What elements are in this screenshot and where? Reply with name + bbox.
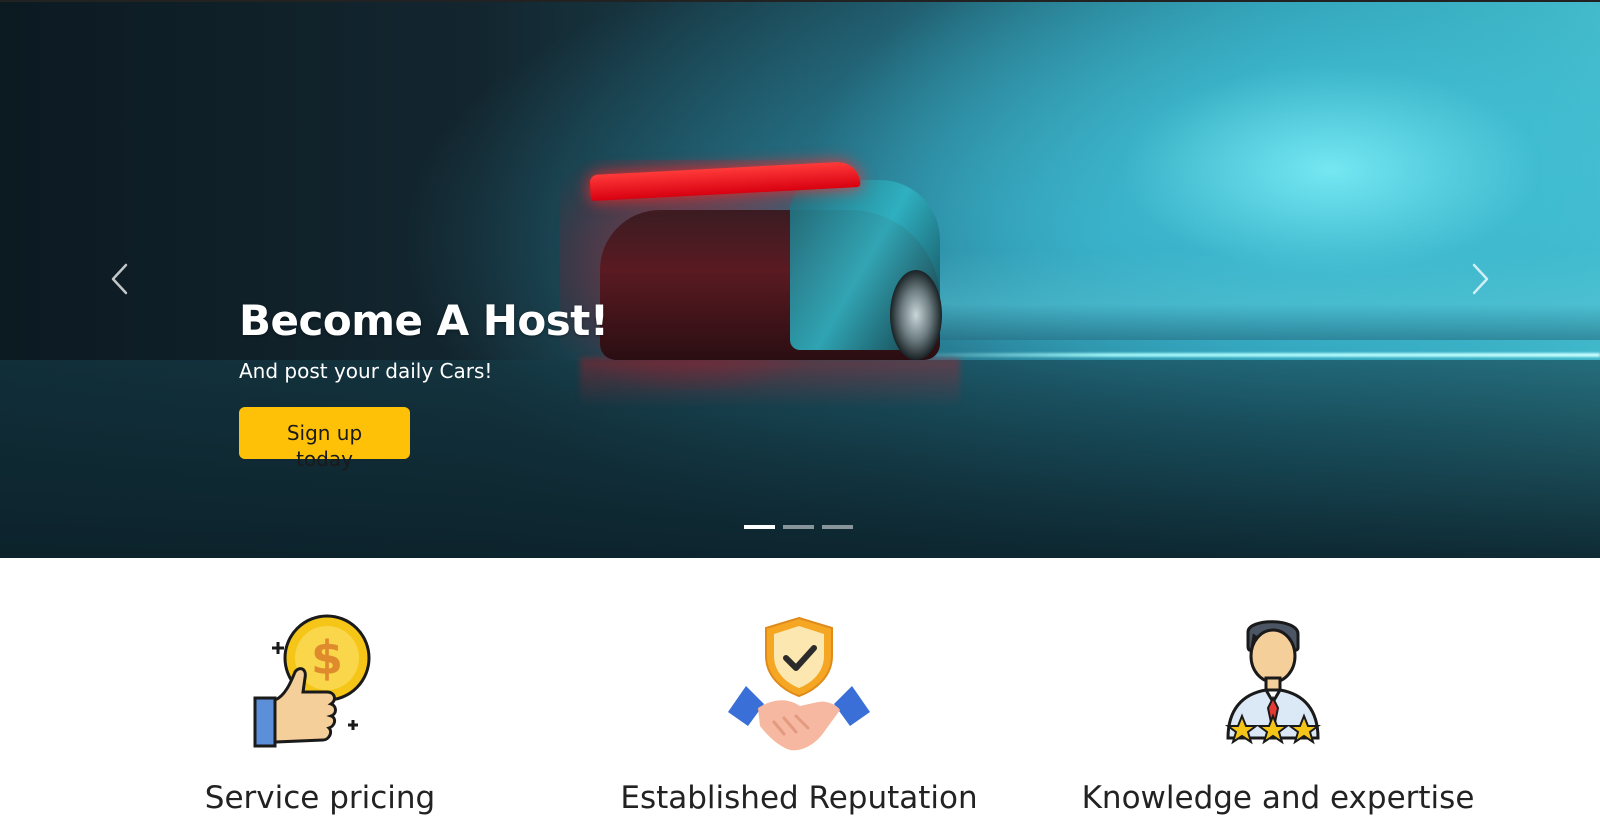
hero-haze bbox=[880, 250, 1600, 340]
carousel-indicators bbox=[744, 525, 853, 529]
hero-carousel: Become A Host! And post your daily Cars!… bbox=[0, 0, 1600, 558]
thumbs-up-dollar-icon: $ bbox=[253, 614, 371, 748]
feature-label-established-reputation: Established Reputation bbox=[620, 780, 978, 816]
feature-label-knowledge-expertise: Knowledge and expertise bbox=[1081, 780, 1475, 816]
feature-service-pricing: $ Service pricing bbox=[110, 558, 530, 816]
chevron-right-icon bbox=[1472, 263, 1489, 295]
handshake-shield-icon bbox=[728, 616, 870, 751]
chevron-left-icon bbox=[111, 263, 128, 295]
feature-established-reputation: Established Reputation bbox=[589, 558, 1009, 816]
carousel-indicator-1[interactable] bbox=[744, 525, 775, 529]
feature-label-service-pricing: Service pricing bbox=[204, 780, 436, 816]
hero-caption: Become A Host! And post your daily Cars!… bbox=[239, 296, 609, 471]
signup-button[interactable]: Sign up today bbox=[239, 407, 410, 471]
hero-car-image bbox=[560, 150, 980, 410]
carousel-prev-button[interactable] bbox=[108, 262, 132, 296]
hero-horizon-light bbox=[900, 353, 1600, 357]
expert-stars-icon bbox=[1225, 620, 1321, 745]
carousel-next-button[interactable] bbox=[1468, 262, 1492, 296]
carousel-indicator-2[interactable] bbox=[783, 525, 814, 529]
hero-title: Become A Host! bbox=[239, 296, 609, 345]
carousel-indicator-3[interactable] bbox=[822, 525, 853, 529]
hero-subtitle: And post your daily Cars! bbox=[239, 359, 493, 383]
feature-knowledge-expertise: Knowledge and expertise bbox=[1068, 558, 1488, 816]
features-section: $ Service pricing Established Reputation bbox=[0, 558, 1600, 829]
svg-text:$: $ bbox=[311, 631, 343, 685]
top-border bbox=[0, 0, 1600, 2]
